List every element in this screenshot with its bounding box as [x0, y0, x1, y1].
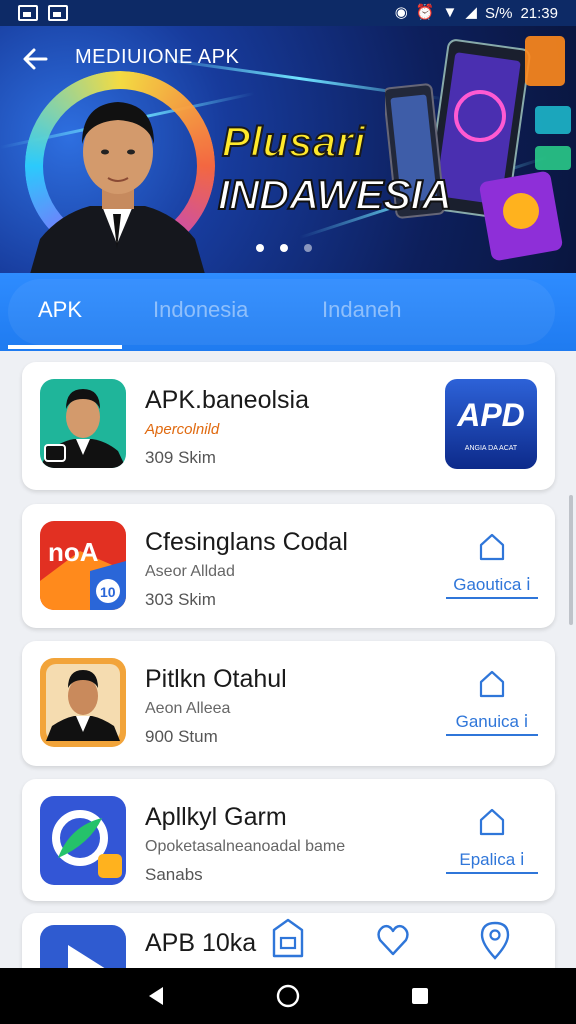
- home-circle-icon: [276, 984, 300, 1008]
- status-bar: ◉ ⏰ ▼ ◢ S/% 21:39: [0, 0, 576, 26]
- back-arrow-icon[interactable]: [18, 42, 52, 76]
- home-outline-icon: [479, 670, 505, 698]
- app-name: APB 10ka: [145, 929, 257, 957]
- app-name: Apllkyl Garm: [145, 803, 287, 831]
- nav-recents-button[interactable]: [405, 981, 435, 1011]
- gallery-icon: [18, 5, 38, 21]
- back-triangle-icon: [149, 987, 163, 1005]
- app-developer: Aeon Alleea: [145, 700, 231, 717]
- app-size: 303 Skim: [145, 590, 216, 609]
- tab-apk[interactable]: APK: [38, 297, 82, 323]
- tab-track: [8, 279, 555, 345]
- install-label: Gaoutica ⅰ: [446, 575, 538, 599]
- app-icon-nola: noA 10: [40, 521, 126, 610]
- app-developer: Opoketasalneanoadal bame: [145, 838, 346, 855]
- app-list[interactable]: APK.baneolsia Apercolnild 309 Skim APD A…: [0, 351, 576, 968]
- install-label: Epalica ⅰ: [446, 850, 538, 874]
- person-portrait: [30, 102, 205, 273]
- clock: 21:39: [520, 4, 558, 22]
- list-item[interactable]: Pitlkn Otahul Aeon Alleea 900 Stum Ganui…: [22, 641, 555, 766]
- signal-icon: ◢: [465, 4, 477, 21]
- hero-headline-1: Plusari: [221, 117, 366, 166]
- status-left: [18, 5, 68, 21]
- gallery-icon: [48, 5, 68, 21]
- app-name: Pitlkn Otahul: [145, 665, 287, 693]
- alarm-icon: ⏰: [415, 4, 435, 21]
- apd-badge[interactable]: APD ANGIA DA ACAT: [445, 379, 537, 469]
- home-outline-icon: [479, 533, 505, 561]
- app-icon-person: [40, 379, 126, 468]
- heart-icon[interactable]: [376, 918, 410, 962]
- install-label: Ganuica ⅰ: [446, 712, 538, 736]
- install-button[interactable]: Epalica ⅰ: [446, 807, 538, 874]
- svg-text:noA: noA: [48, 537, 99, 567]
- app-size: 309 Skim: [145, 448, 216, 467]
- app-developer: Aseor Alldad: [145, 563, 235, 580]
- tab-indaneh[interactable]: Indaneh: [322, 297, 402, 323]
- app-developer: Apercolnild: [145, 421, 220, 438]
- recents-square-icon: [412, 988, 428, 1004]
- battery-text: S/%: [484, 4, 513, 22]
- system-nav-bar: [0, 968, 576, 1024]
- install-button[interactable]: Ganuica ⅰ: [446, 669, 538, 736]
- tab-bar: APK Indonesia Indaneh: [0, 273, 576, 351]
- nav-back-button[interactable]: [141, 981, 171, 1011]
- carousel-dot[interactable]: [280, 244, 288, 252]
- store-icon[interactable]: [270, 918, 306, 962]
- app-size: 900 Stum: [145, 727, 218, 746]
- wifi-icon: ▼: [442, 4, 458, 21]
- app-icon-play: [40, 925, 126, 968]
- list-item[interactable]: noA 10 Cfesinglans Codal Aseor Alldad 30…: [22, 504, 555, 628]
- apd-badge-caption: ANGIA DA ACAT: [464, 445, 518, 452]
- list-item[interactable]: Apllkyl Garm Opoketasalneanoadal bame Sa…: [22, 779, 555, 901]
- hero-headline-2: INDAWESIA: [217, 170, 453, 219]
- app-icon-person: [40, 658, 126, 747]
- hero-banner[interactable]: MEDIUIONE APK Plusari INDAWESIA: [0, 26, 576, 273]
- svg-text:10: 10: [100, 584, 116, 600]
- carousel-dot[interactable]: [256, 244, 264, 252]
- install-button[interactable]: Gaoutica ⅰ: [446, 532, 538, 599]
- hero-app-title: MEDIUIONE APK: [75, 46, 240, 68]
- scrollbar[interactable]: [569, 495, 573, 625]
- devices-illustration: [385, 36, 571, 261]
- carousel-dot[interactable]: [304, 244, 312, 252]
- apd-badge-text: APD: [457, 397, 525, 433]
- whatsapp-icon: ◉: [394, 4, 408, 21]
- list-item[interactable]: APK.baneolsia Apercolnild 309 Skim APD A…: [22, 362, 555, 490]
- status-right: ◉ ⏰ ▼ ◢ S/% 21:39: [395, 5, 558, 22]
- app-name: APK.baneolsia: [145, 386, 310, 414]
- app-name: Cfesinglans Codal: [145, 528, 348, 556]
- location-icon[interactable]: [478, 918, 512, 962]
- carousel-indicator[interactable]: [256, 244, 312, 252]
- nav-home-button[interactable]: [273, 981, 303, 1011]
- tab-indonesia[interactable]: Indonesia: [153, 297, 248, 323]
- app-icon-leaf: [40, 796, 126, 885]
- home-outline-icon: [479, 808, 505, 836]
- tab-indicator: [8, 345, 122, 349]
- app-size: Sanabs: [145, 865, 203, 884]
